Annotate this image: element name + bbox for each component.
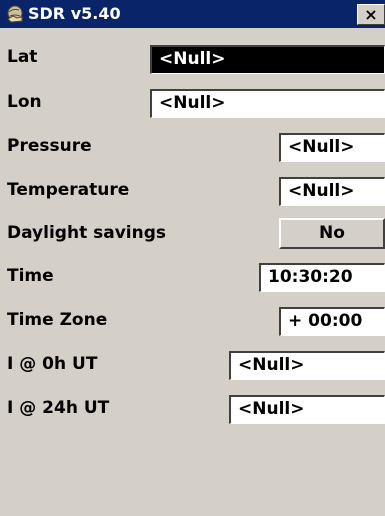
time-zone-label: Time Zone (7, 310, 108, 330)
lat-label: Lat (7, 47, 38, 67)
daylight-savings-label: Daylight savings (7, 223, 167, 243)
pressure-label: Pressure (7, 136, 92, 156)
temperature-field[interactable]: <Null> (279, 177, 385, 206)
i-24h-ut-field[interactable]: <Null> (229, 395, 385, 424)
i-24h-ut-label: I @ 24h UT (7, 398, 110, 418)
time-zone-field[interactable]: + 00:00 (279, 307, 385, 336)
sdr-window: SDR v5.40 × Lat <Null> Lon <Null> Pressu… (0, 0, 385, 516)
close-button[interactable]: × (357, 4, 385, 25)
close-icon: × (364, 5, 378, 24)
daylight-savings-toggle[interactable]: No (279, 218, 385, 249)
lon-label: Lon (7, 92, 42, 112)
i-0h-ut-label: I @ 0h UT (7, 354, 98, 374)
window-title: SDR v5.40 (28, 4, 121, 23)
pressure-field[interactable]: <Null> (279, 133, 385, 162)
time-field[interactable]: 10:30:20 (259, 263, 385, 292)
time-label: Time (7, 266, 54, 286)
temperature-label: Temperature (7, 180, 130, 200)
i-0h-ut-field[interactable]: <Null> (229, 351, 385, 380)
globe-hand-icon (7, 5, 23, 23)
lon-field[interactable]: <Null> (150, 89, 385, 118)
lat-field[interactable]: <Null> (150, 45, 385, 74)
title-bar[interactable]: SDR v5.40 × (0, 0, 385, 28)
